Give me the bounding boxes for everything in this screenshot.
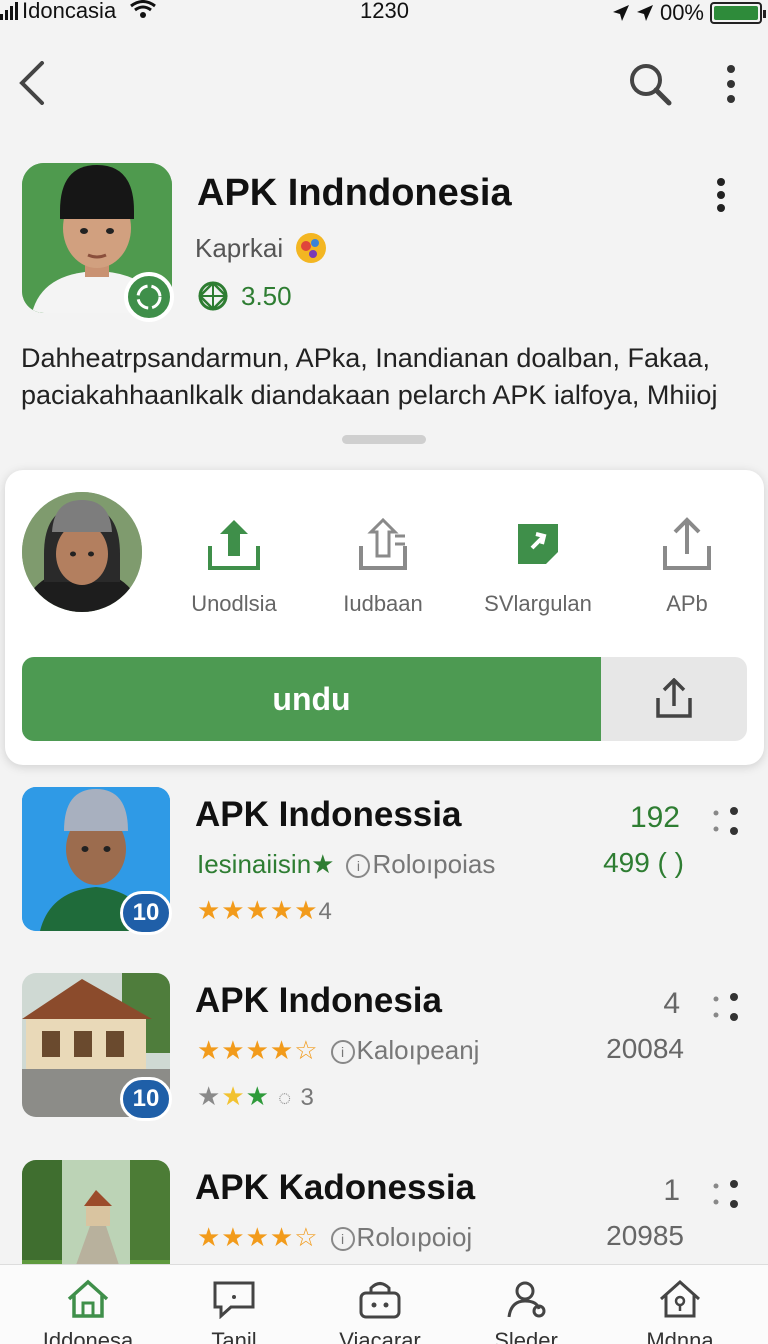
item-developer: i Roloıpoias <box>346 849 495 880</box>
action-label: APb <box>666 591 708 616</box>
app-rating: 3.50 <box>197 280 292 312</box>
app-developer[interactable]: Kaprkai <box>195 230 329 266</box>
item-title: APK Indonesia <box>195 981 442 1020</box>
thumbnail-badge: 10 <box>120 891 172 935</box>
nav-item-sleder[interactable]: Sleder <box>466 1279 586 1344</box>
rating-value: 3.50 <box>241 280 292 311</box>
list-item[interactable]: 10 APK Indonesia ★★★★☆ i Kaloıpeanj ★★★ ◌… <box>0 973 768 1133</box>
item-more-button[interactable] <box>712 1178 742 1215</box>
more-dots-icon <box>713 807 738 835</box>
list-item[interactable]: 10 APK Indonessia Iesinaiisin★ i Roloıpoi… <box>0 787 768 947</box>
nav-label: Mdnna <box>646 1328 714 1344</box>
chat-icon <box>213 1281 255 1320</box>
nav-item-viacarar[interactable]: Viacarar <box>320 1279 440 1344</box>
upload-icon <box>208 520 260 570</box>
refresh-icon <box>136 284 162 310</box>
item-developer: i Kaloıpeanj <box>330 1035 479 1066</box>
bottom-nav: Iddonesa Tanil Viacarar Sleder Mdnna <box>0 1264 768 1344</box>
search-icon <box>630 64 672 106</box>
item-rating: ★★★★★4 <box>197 895 332 925</box>
location-arrow-icon <box>612 5 629 21</box>
more-vertical-icon <box>717 178 725 212</box>
house-lock-icon <box>659 1279 701 1318</box>
signal-icon <box>0 2 18 20</box>
item-stat-secondary: 20985 <box>606 1220 684 1251</box>
nav-label: Sleder <box>494 1328 558 1344</box>
nav-label: Tanil <box>211 1328 257 1344</box>
thumbnail-badge: 10 <box>120 1077 172 1121</box>
wifi-icon <box>130 0 157 18</box>
item-tag: Iesinaiisin★ <box>197 849 335 879</box>
item-stat-primary: 192 <box>629 801 680 834</box>
avatar-portrait <box>22 492 142 612</box>
share-button[interactable] <box>601 657 747 741</box>
download-row: undu <box>22 657 747 741</box>
bag-icon <box>359 1282 401 1319</box>
app-title: APK Indndonesia <box>197 172 512 214</box>
avatar[interactable] <box>22 492 142 612</box>
people-icon <box>507 1281 546 1318</box>
nav-label: Viacarar <box>339 1328 421 1344</box>
more-options-button[interactable] <box>716 60 746 108</box>
top-bar <box>0 52 768 116</box>
info-icon: i <box>346 854 371 878</box>
app-verified-badge <box>124 272 174 322</box>
location-arrow-icon-2 <box>636 5 653 21</box>
action-svlargulan[interactable]: SVlargulan <box>468 516 608 617</box>
item-more-button[interactable] <box>712 991 742 1028</box>
action-label: Iudbaan <box>343 591 423 616</box>
star-icon: ★ <box>311 849 335 879</box>
download-button[interactable]: undu <box>22 657 601 741</box>
more-dots-icon <box>713 1180 738 1208</box>
status-bar: Idoncasia 1230 00% <box>0 0 768 26</box>
info-icon: i <box>330 1227 355 1251</box>
item-rating: ★★★ ◌ 3 <box>197 1081 314 1111</box>
share-icon <box>663 517 711 570</box>
nav-item-mdnna[interactable]: Mdnna <box>620 1279 740 1344</box>
item-stat-secondary: 20084 <box>606 1033 684 1064</box>
app-description: Dahheatrpsandarmun, APka, Inandianan doa… <box>21 343 718 410</box>
back-arrow-icon <box>19 61 44 105</box>
chat-bubble-icon: ◌ <box>278 1085 293 1110</box>
file-upload-icon <box>359 517 407 570</box>
action-label: SVlargulan <box>484 591 592 616</box>
action-label: Unodlsia <box>191 591 277 616</box>
battery-percent: 00% <box>659 0 704 25</box>
item-title: APK Indonessia <box>195 795 462 834</box>
battery-icon <box>710 2 766 24</box>
item-title: APK Kadonessia <box>195 1168 476 1207</box>
item-stat-primary: 4 <box>663 987 680 1020</box>
app-more-button[interactable] <box>716 178 726 217</box>
nav-item-tanil[interactable]: Tanil <box>174 1279 294 1344</box>
globe-icon <box>198 281 228 311</box>
nav-label: Iddonesa <box>42 1328 134 1344</box>
info-icon: i <box>330 1040 355 1064</box>
nav-item-home[interactable]: Iddonesa <box>28 1279 148 1344</box>
more-dots-icon <box>713 993 738 1021</box>
home-icon <box>67 1279 109 1318</box>
more-vertical-icon <box>727 65 735 103</box>
action-iudbaan[interactable]: Iudbaan <box>313 516 453 617</box>
item-stat-primary: 1 <box>663 1174 680 1207</box>
item-more-button[interactable] <box>712 805 742 842</box>
emoji-icon <box>296 233 327 263</box>
tag-icon <box>518 524 558 564</box>
action-unodlsia[interactable]: Unodlsia <box>164 516 304 617</box>
action-apb[interactable]: APb <box>617 516 757 617</box>
item-star-rating: ★★★★☆ <box>197 1222 319 1252</box>
share-icon <box>656 678 692 718</box>
search-button[interactable] <box>626 60 674 108</box>
developer-name[interactable]: Kaprkai <box>195 233 283 264</box>
item-stat-secondary: 499 ( ) <box>603 847 684 878</box>
carrier-label: Idoncasia <box>0 0 157 24</box>
item-developer: i Roloıpoioj <box>330 1222 472 1253</box>
clock: 1230 <box>360 0 409 23</box>
back-button[interactable] <box>10 58 54 108</box>
item-star-rating: ★★★★☆ <box>197 1035 319 1065</box>
drag-handle[interactable] <box>342 435 426 444</box>
